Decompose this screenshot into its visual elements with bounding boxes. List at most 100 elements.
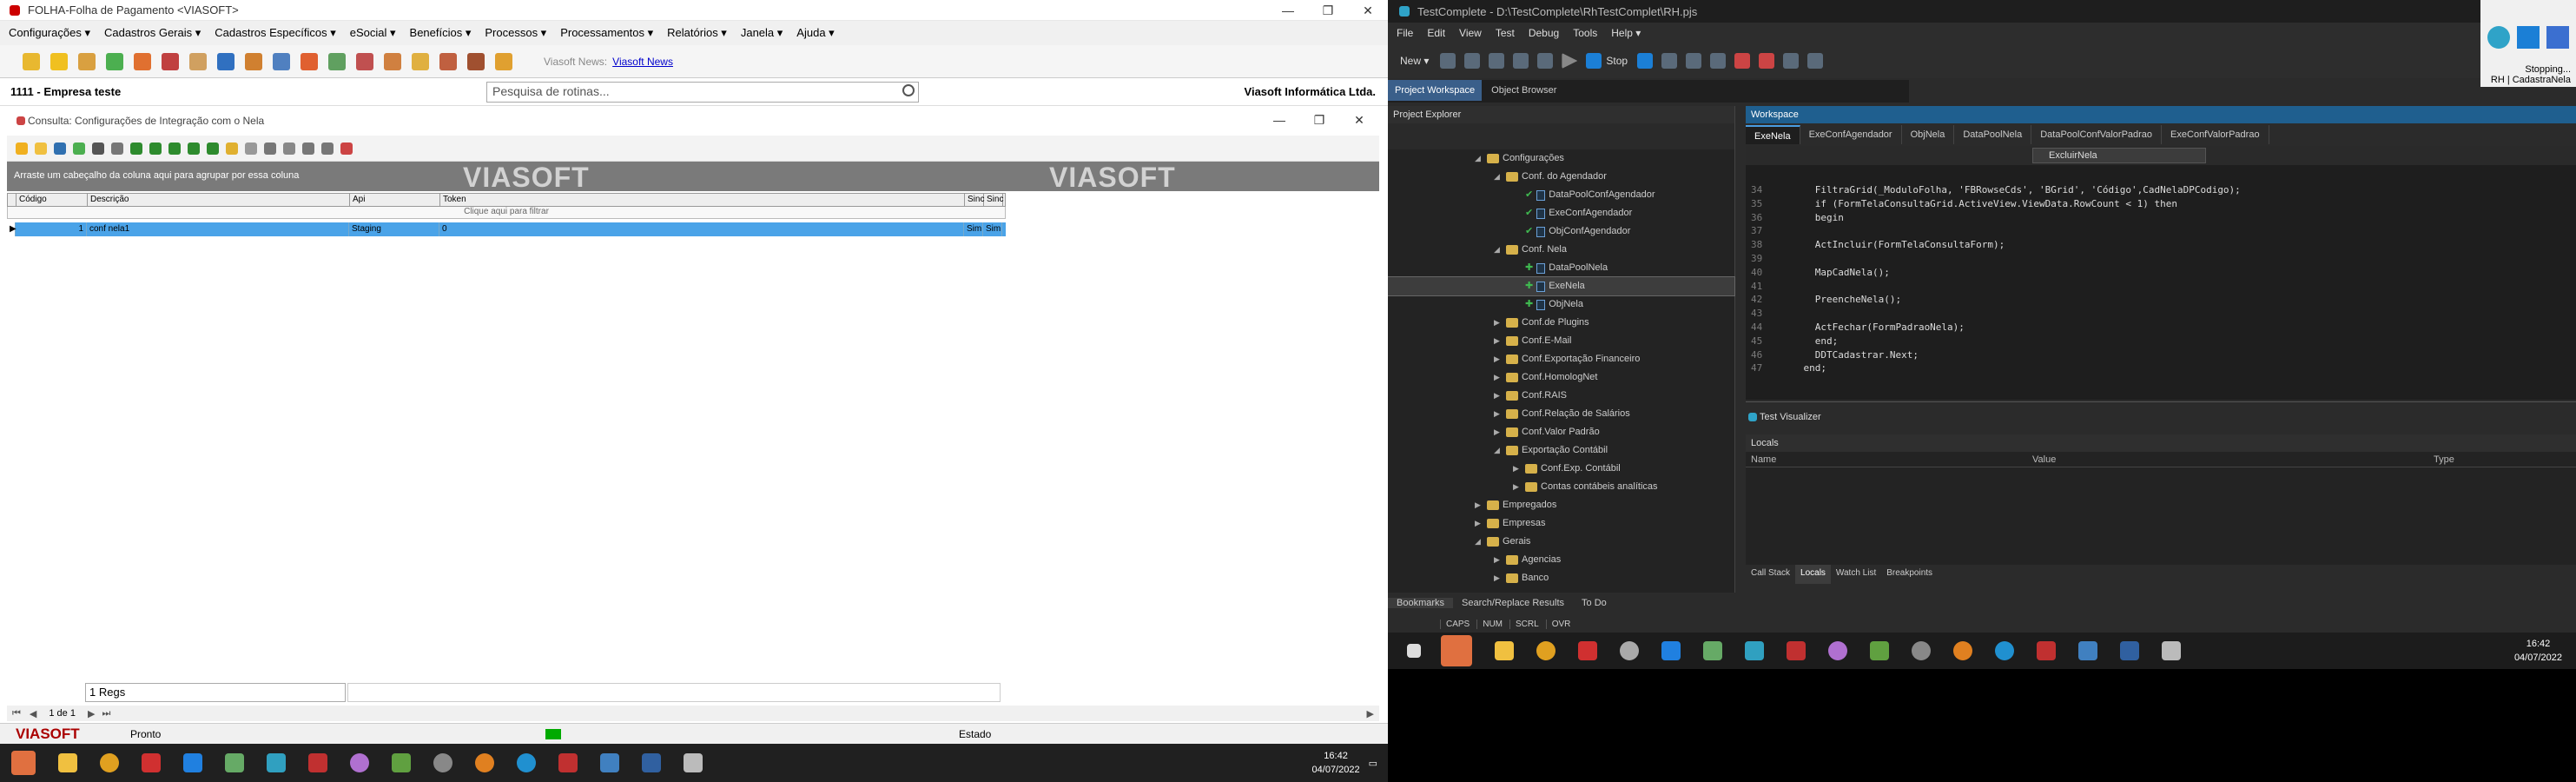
doc2-icon[interactable] [2120, 641, 2139, 660]
cell-sinc-2[interactable]: Sim [983, 222, 1002, 236]
expander-icon[interactable]: ◢ [1475, 149, 1483, 168]
refresh-icon[interactable] [207, 142, 219, 155]
bug2-icon[interactable] [1759, 53, 1775, 69]
tree-node[interactable]: ▶ Agencias [1388, 551, 1734, 569]
user-icon[interactable] [273, 52, 290, 70]
col-codigo[interactable]: Código [17, 194, 88, 206]
tree-node[interactable]: ▶ Banco [1388, 569, 1734, 587]
tc-panel-icon[interactable] [2487, 26, 2510, 49]
github3-icon[interactable] [1828, 641, 1847, 660]
cell-api[interactable]: Staging [349, 222, 439, 236]
cog2-icon[interactable] [384, 52, 401, 70]
vivaldi2-icon[interactable] [1578, 641, 1597, 660]
filter-icon[interactable] [226, 142, 238, 155]
tab-datapoolconfvalorpadrao[interactable]: DataPoolConfValorPadrao [2031, 125, 2163, 144]
edit-icon[interactable] [54, 142, 66, 155]
clock[interactable]: 16:42 04/07/2022 [1312, 749, 1360, 777]
chrome-icon[interactable] [100, 753, 119, 772]
home-icon[interactable] [134, 52, 151, 70]
menu-ajuda[interactable]: Ajuda ▾ [796, 26, 834, 40]
tab-exenela[interactable]: ExeNela [1746, 125, 1800, 144]
expander-icon[interactable]: ▶ [1494, 551, 1503, 569]
tree-node[interactable]: ◢ Configurações [1388, 149, 1734, 168]
tab-call-stack[interactable]: Call Stack [1746, 565, 1795, 584]
close-icon[interactable]: ✕ [1348, 0, 1388, 21]
tab-search-replace[interactable]: Search/Replace Results [1453, 598, 1573, 608]
code-line[interactable]: 45 end; [1746, 335, 2576, 349]
edge2-icon[interactable] [1995, 641, 2014, 660]
tree-node[interactable]: ◢ Conf. Nela [1388, 241, 1734, 259]
stop-icon[interactable] [1586, 53, 1602, 69]
slack2-icon[interactable] [1703, 641, 1722, 660]
insert-icon[interactable] [16, 142, 28, 155]
chrome2-icon[interactable] [1536, 641, 1556, 660]
expander-icon[interactable]: ▶ [1494, 368, 1503, 387]
delete-icon[interactable] [111, 142, 123, 155]
nav-first-icon[interactable]: ⏮ [12, 708, 21, 719]
code-line[interactable]: 42 PreencheNela(); [1746, 294, 2576, 308]
copy-icon[interactable] [73, 142, 85, 155]
news-link[interactable]: Viasoft News [612, 56, 673, 68]
expander-icon[interactable]: ▶ [1475, 496, 1483, 514]
settings-task-icon[interactable] [433, 753, 452, 772]
tc-menu-help[interactable]: Help ▾ [1611, 27, 1641, 39]
firefox2-icon[interactable] [1953, 641, 1972, 660]
menu-processamentos[interactable]: Processamentos ▾ [560, 26, 653, 40]
menu-cadastros-gerais[interactable]: Cadastros Gerais ▾ [104, 26, 201, 40]
vivaldi-icon[interactable] [142, 753, 161, 772]
last-record-icon[interactable] [188, 142, 200, 155]
explorer2-icon[interactable] [1495, 641, 1514, 660]
step-icon[interactable] [1661, 53, 1678, 69]
keyword-icon[interactable] [1513, 53, 1529, 69]
monitor-icon[interactable] [600, 753, 619, 772]
expander-icon[interactable]: ▶ [1494, 423, 1503, 441]
tab-execonfvalorpadrao[interactable]: ExeConfValorPadrao [2162, 125, 2269, 144]
doc-icon[interactable] [642, 753, 661, 772]
sheet2-icon[interactable] [1870, 641, 1889, 660]
save-icon[interactable] [92, 142, 104, 155]
tc-menu-file[interactable]: File [1397, 27, 1413, 39]
tree-node[interactable]: ◢ Gerais [1388, 533, 1734, 551]
tree-node[interactable]: ✔ ExeConfAgendador [1388, 204, 1734, 222]
tc-menu-tools[interactable]: Tools [1573, 27, 1597, 39]
scroll-right-icon[interactable]: ▶ [1367, 708, 1374, 719]
start-icon[interactable] [11, 751, 36, 775]
settings2-icon[interactable] [1912, 641, 1931, 660]
menu-janela[interactable]: Janela ▾ [741, 26, 783, 40]
slack-icon[interactable] [225, 753, 244, 772]
code-editor[interactable]: 34 FiltraGrid(_ModuloFolha, 'FBRowseCds'… [1746, 184, 2576, 377]
people-icon[interactable] [162, 52, 179, 70]
expander-icon[interactable]: ◢ [1494, 168, 1503, 186]
report-icon[interactable] [217, 52, 234, 70]
monitor2-icon[interactable] [2078, 641, 2097, 660]
tc-menu-edit[interactable]: Edit [1427, 27, 1445, 39]
tree-node[interactable]: ▶ Empresas [1388, 514, 1734, 533]
menu-cadastros-especificos[interactable]: Cadastros Específicos ▾ [215, 26, 335, 40]
app-active-icon[interactable] [1441, 635, 1472, 666]
export-icon[interactable] [283, 142, 295, 155]
step-over-icon[interactable] [1686, 53, 1702, 69]
child-close-icon[interactable]: ✕ [1339, 109, 1379, 130]
expander-icon[interactable]: ▶ [1494, 314, 1503, 332]
cell-codigo[interactable]: 1 [16, 222, 87, 236]
settings-icon[interactable] [439, 52, 457, 70]
print-icon[interactable] [467, 52, 485, 70]
menu-esocial[interactable]: eSocial ▾ [350, 26, 396, 40]
notification-icon[interactable]: ▭ [1369, 758, 1377, 769]
nav-next-icon[interactable]: ▶ [88, 708, 95, 719]
nav-prev-icon[interactable]: ◀ [30, 708, 36, 719]
tree-node[interactable]: ✚ ObjNela [1388, 295, 1734, 314]
col-value[interactable]: Value [2032, 452, 2434, 467]
sync-icon[interactable] [328, 52, 346, 70]
tc-menu-debug[interactable]: Debug [1529, 27, 1559, 39]
code-line[interactable]: 36 begin [1746, 212, 2576, 226]
tree-node[interactable]: ✚ DataPoolNela [1388, 259, 1734, 277]
stop-panel-icon[interactable] [2546, 26, 2569, 49]
tree-node[interactable]: ▶ Conf.Relação de Salários [1388, 405, 1734, 423]
code-line[interactable]: 38 ActIncluir(FormTelaConsultaForm); [1746, 239, 2576, 253]
tree-node[interactable]: ▶ Conf.Exp. Contábil [1388, 460, 1734, 478]
run-icon[interactable] [1562, 53, 1578, 69]
code-line[interactable]: 34 FiltraGrid(_ModuloFolha, 'FBRowseCds'… [1746, 184, 2576, 198]
routine-select[interactable]: ExcluirNela [2032, 148, 2206, 163]
cell-token[interactable]: 0 [439, 222, 964, 236]
